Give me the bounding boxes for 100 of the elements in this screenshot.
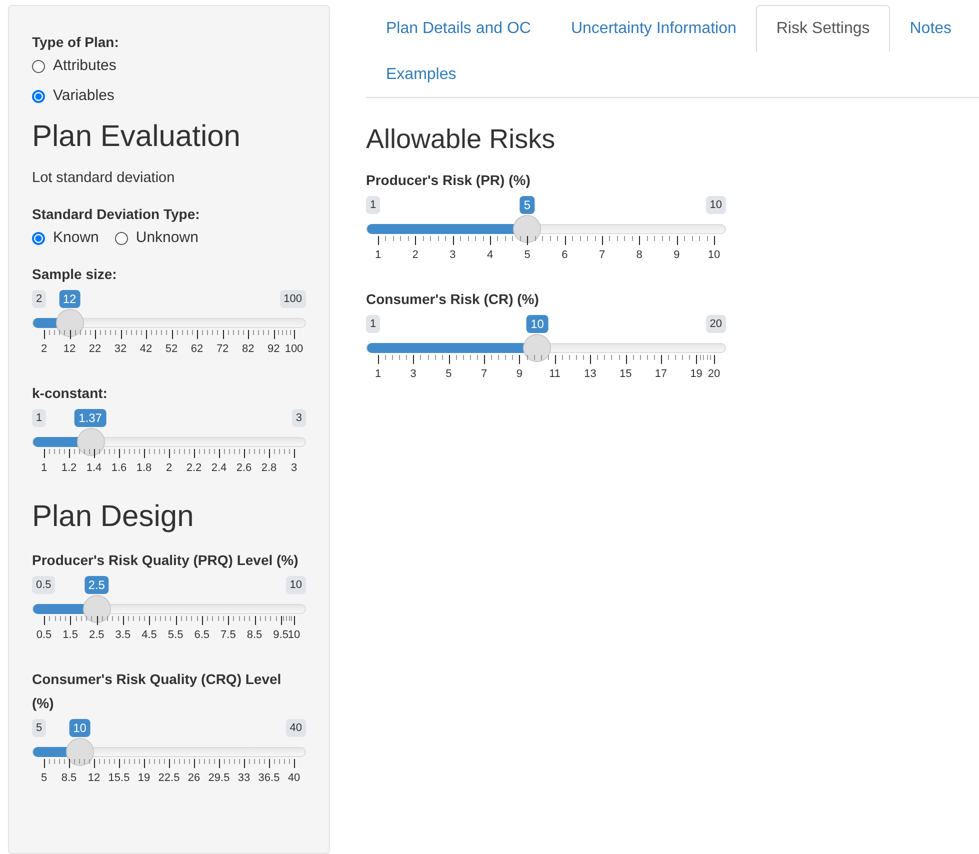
tick-mark — [385, 236, 386, 241]
tick-mark — [646, 355, 648, 360]
radio-group-label: Standard Deviation Type: — [32, 205, 201, 224]
min-label: 1 — [366, 315, 380, 333]
slider-handle[interactable] — [66, 738, 94, 766]
max-label: 10 — [706, 196, 726, 214]
tick-mark — [392, 355, 394, 360]
tick-label: 3 — [410, 368, 416, 380]
tick-mark — [406, 355, 408, 360]
radio-button[interactable] — [32, 90, 45, 102]
tick-mark — [497, 236, 498, 241]
slider-handle[interactable] — [523, 334, 552, 362]
tick-label: 4 — [486, 249, 494, 261]
tick-mark — [699, 236, 700, 241]
tick-mark — [520, 236, 521, 241]
value-label: 5 — [520, 196, 535, 214]
tick-label: 100 — [284, 343, 304, 355]
tick-label: 6.5 — [194, 629, 210, 641]
radio-button[interactable] — [32, 232, 45, 244]
tick-mark — [445, 236, 446, 241]
tab[interactable]: Uncertainty Information — [550, 5, 756, 52]
tab[interactable]: Notes — [890, 5, 972, 52]
tick-mark — [385, 355, 386, 360]
tick-label: 32 — [114, 343, 127, 355]
slider-label: Producer's Risk Quality (PRQ) Level (%) — [32, 551, 300, 570]
tick-mark — [477, 355, 478, 360]
radio-label: Variables — [53, 86, 114, 106]
slider-handle[interactable] — [56, 309, 84, 337]
tick-label: 3 — [290, 462, 298, 474]
tick-label: 33 — [238, 772, 250, 784]
tick-label: 92 — [267, 343, 280, 355]
tick-label: 5 — [446, 368, 452, 380]
tick-label: 22.5 — [158, 772, 180, 784]
tick-label: 1.4 — [86, 462, 102, 474]
tick-mark — [583, 355, 584, 360]
max-label: 20 — [706, 315, 726, 333]
value-label: 2.5 — [84, 576, 109, 594]
tick-label: 2.2 — [186, 462, 202, 474]
tick-label: 2 — [166, 462, 172, 474]
slider-handle[interactable] — [83, 595, 112, 623]
tick-mark — [399, 355, 400, 360]
slider-handle[interactable] — [76, 428, 105, 456]
tick-label: 19 — [690, 368, 702, 380]
tick-mark — [618, 355, 620, 360]
tick-mark — [400, 236, 402, 241]
tick-label: 9 — [516, 368, 523, 380]
tick-label: 1 — [40, 462, 48, 474]
tick-label: 1.5 — [62, 629, 78, 641]
tick-label: 36.5 — [258, 772, 280, 784]
tick-mark — [576, 355, 578, 360]
radio-button[interactable] — [32, 60, 45, 72]
min-label: 5 — [32, 719, 46, 737]
tab[interactable]: Risk Settings — [756, 5, 890, 52]
min-label: 1 — [32, 409, 46, 427]
tick-mark — [550, 236, 551, 241]
tick-label: 9 — [674, 249, 680, 261]
tick-label: 8 — [636, 249, 642, 261]
tick-label: 3 — [450, 249, 456, 261]
value-label: 10 — [69, 719, 90, 737]
tick-mark — [491, 355, 492, 360]
tick-mark — [456, 355, 457, 360]
tick-mark — [526, 355, 528, 360]
tick-mark — [640, 355, 641, 360]
value-label: 12 — [58, 290, 80, 308]
tick-mark — [632, 236, 633, 241]
tick-label: 4.5 — [142, 629, 157, 641]
min-label: 1 — [366, 196, 380, 214]
tick-label: 12 — [63, 343, 76, 355]
tick-label: 7.5 — [220, 629, 236, 641]
tick-mark — [646, 236, 648, 241]
tick-label: 2.8 — [261, 462, 277, 474]
tick-label: 13 — [584, 368, 596, 380]
slider-label: Producer's Risk (PR) (%) — [366, 171, 532, 190]
tick-label: 5 — [524, 249, 530, 261]
tick-mark — [512, 355, 514, 360]
tick-mark — [434, 355, 436, 360]
radio-label: Known — [53, 228, 99, 248]
tick-label: 1.2 — [61, 462, 77, 474]
tab[interactable]: Plan Details and OC — [366, 5, 551, 52]
slider-label: Consumer's Risk (CR) (%) — [366, 290, 540, 309]
tick-label: 42 — [140, 343, 152, 355]
tick-mark — [568, 355, 570, 360]
tick-mark — [624, 236, 626, 241]
tab[interactable]: Examples — [366, 51, 476, 98]
tick-label: 2.4 — [211, 462, 227, 474]
tick-mark — [422, 236, 424, 241]
min-label: 0.5 — [32, 576, 56, 594]
tick-mark — [498, 355, 500, 360]
tick-mark — [504, 236, 506, 241]
tick-mark — [609, 236, 610, 241]
max-label: 3 — [292, 409, 306, 427]
value-label: 1.37 — [74, 409, 106, 427]
slider-handle[interactable] — [513, 215, 542, 243]
radio-button[interactable] — [114, 232, 128, 244]
slider-label: Sample size: — [32, 265, 118, 284]
tick-label: 10 — [288, 629, 300, 641]
tick-mark — [420, 355, 422, 360]
tick-label: 62 — [190, 343, 204, 355]
tick-mark — [482, 236, 484, 241]
tick-mark — [430, 236, 432, 241]
